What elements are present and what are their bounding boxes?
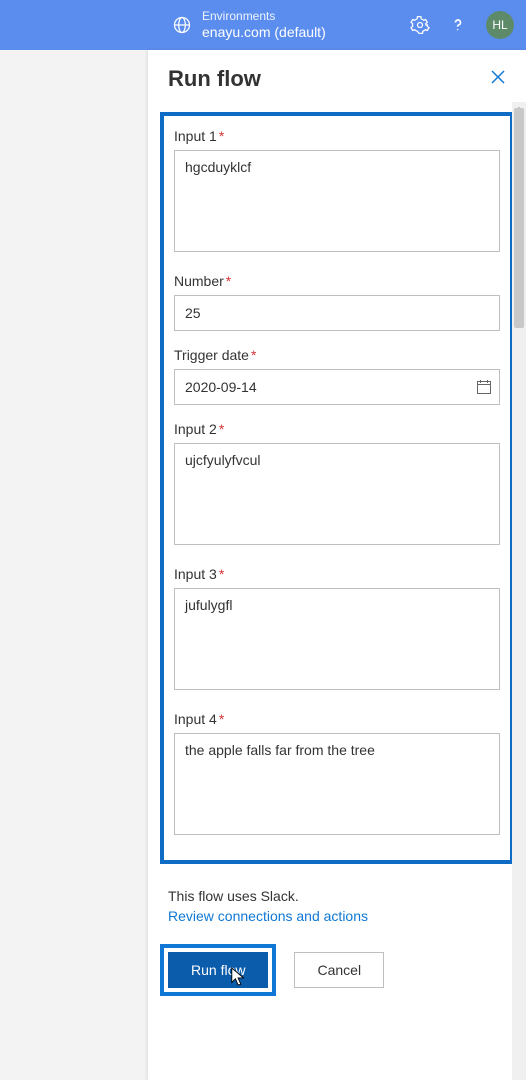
globe-icon xyxy=(172,15,192,35)
input2-field[interactable] xyxy=(174,443,500,545)
input3-field[interactable] xyxy=(174,588,500,690)
help-icon[interactable] xyxy=(448,15,468,35)
avatar-initials: HL xyxy=(492,18,507,32)
number-label: Number* xyxy=(174,273,500,289)
panel-scroll-area[interactable]: ▴ Input 1* Number* Trigger date* xyxy=(148,102,526,1080)
run-button-highlight: Run flow xyxy=(160,944,276,996)
close-icon[interactable] xyxy=(490,69,506,90)
input2-label: Input 2* xyxy=(174,421,500,437)
uses-text: This flow uses Slack. xyxy=(148,882,526,908)
calendar-icon[interactable] xyxy=(476,379,492,395)
input1-label: Input 1* xyxy=(174,128,500,144)
inputs-form: Input 1* Number* Trigger date* xyxy=(160,112,514,864)
input3-label: Input 3* xyxy=(174,566,500,582)
gear-icon[interactable] xyxy=(410,15,430,35)
scrollbar-thumb[interactable] xyxy=(514,108,524,328)
trigger-date-label: Trigger date* xyxy=(174,347,500,363)
review-connections-link[interactable]: Review connections and actions xyxy=(148,908,526,944)
input4-label: Input 4* xyxy=(174,711,500,727)
environment-label: Environments xyxy=(202,10,326,24)
input1-field[interactable] xyxy=(174,150,500,252)
app-header: Environments enayu.com (default) HL xyxy=(0,0,526,50)
run-flow-panel: Run flow ▴ Input 1* Number* xyxy=(148,50,526,1080)
avatar[interactable]: HL xyxy=(486,11,514,39)
input4-field[interactable] xyxy=(174,733,500,835)
number-field[interactable] xyxy=(174,295,500,331)
run-flow-button[interactable]: Run flow xyxy=(168,952,268,988)
panel-title: Run flow xyxy=(168,66,261,92)
trigger-date-field[interactable] xyxy=(174,369,500,405)
scrollbar[interactable]: ▴ xyxy=(512,102,526,1080)
cancel-button[interactable]: Cancel xyxy=(294,952,384,988)
environment-picker[interactable]: Environments enayu.com (default) xyxy=(172,10,326,40)
environment-name: enayu.com (default) xyxy=(202,24,326,40)
